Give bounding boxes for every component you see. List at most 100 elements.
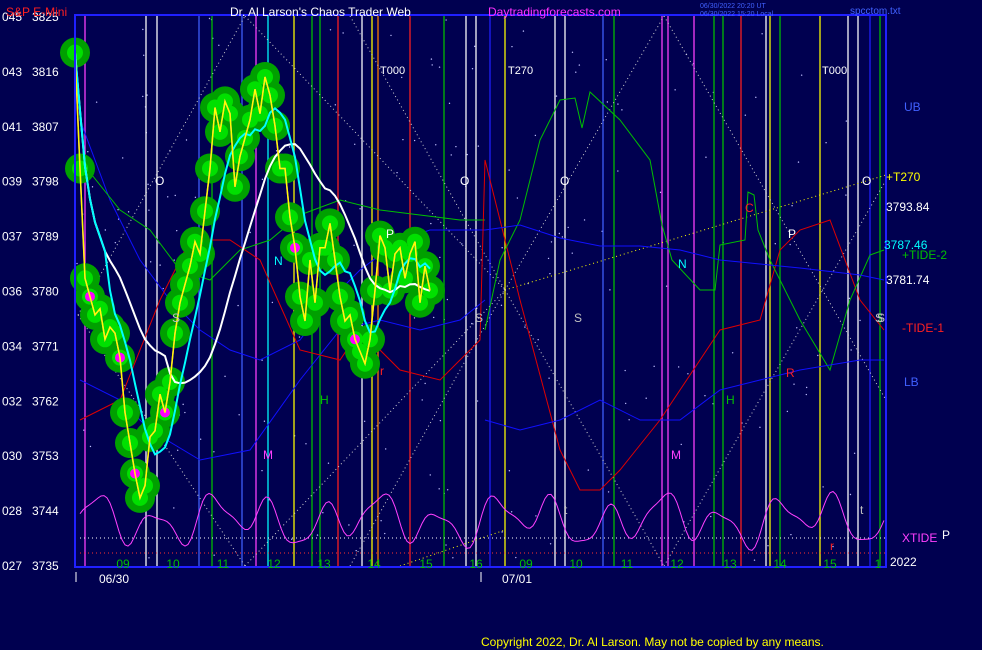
y-tick-left: 039: [2, 175, 22, 189]
star-dot: [471, 68, 474, 70]
y-tick-price: 3780: [32, 285, 59, 299]
star-dot: [477, 145, 480, 147]
star-dot: [547, 257, 550, 260]
marker-letter-r: R: [786, 366, 795, 380]
star-dot: [176, 229, 178, 232]
star-dot: [396, 171, 398, 174]
star-dot: [805, 393, 808, 396]
star-dot: [87, 151, 89, 153]
star-dot: [148, 557, 150, 559]
price-level-label: 3781.74: [886, 273, 930, 287]
marker-letter-s: S: [875, 311, 883, 325]
star-dot: [445, 19, 447, 21]
x-hour-label: 14: [773, 557, 787, 571]
star-dot: [167, 196, 169, 198]
star-dot: [575, 71, 577, 73]
marker-letter-h: H: [320, 393, 329, 407]
marker-letter-s: S: [172, 311, 180, 325]
star-dot: [249, 231, 251, 234]
star-dot: [455, 145, 457, 148]
star-dot: [578, 64, 581, 66]
marker-letter-r: r: [380, 364, 384, 378]
star-dot: [91, 186, 94, 188]
p-label: P: [942, 528, 950, 542]
x-hour-label: 13: [317, 557, 331, 571]
star-dot: [845, 120, 848, 122]
marker-letter-s: S: [574, 311, 582, 325]
star-dot: [445, 544, 447, 546]
upper-band-label: UB: [904, 100, 921, 114]
star-dot: [550, 241, 553, 243]
star-dot: [786, 410, 789, 413]
star-dot: [213, 554, 215, 556]
x-hour-label: 11: [621, 557, 634, 571]
star-dot: [853, 452, 856, 454]
star-dot: [182, 403, 184, 406]
star-dot: [384, 448, 387, 450]
star-dot: [501, 247, 503, 249]
right-side-labels: UB+T2703793.843787.46+TIDE-23781.74-TIDE…: [884, 100, 950, 545]
star-dot: [797, 161, 800, 163]
star-dot: [609, 289, 611, 291]
star-dot: [238, 414, 240, 416]
star-dot: [177, 449, 179, 452]
star-dot: [774, 243, 777, 245]
star-dot: [446, 489, 449, 491]
x-hour-label: 09: [519, 557, 533, 571]
star-dot: [753, 559, 756, 561]
y-tick-price: 3762: [32, 394, 59, 408]
star-dot: [448, 102, 451, 105]
star-dot: [363, 420, 366, 422]
star-dot: [790, 533, 792, 536]
marker-letter-o: O: [862, 174, 871, 188]
top-label-t000: T000: [380, 65, 405, 77]
star-dot: [516, 197, 519, 199]
star-dot: [95, 101, 98, 103]
star-dot: [174, 194, 176, 197]
date-label: 06/30: [99, 572, 129, 586]
marker-letter-m: M: [671, 448, 681, 462]
x-hour-label: 11: [217, 557, 230, 571]
star-dot: [817, 354, 819, 357]
star-dot: [430, 58, 433, 60]
star-dot: [316, 534, 319, 536]
star-dot: [305, 443, 307, 445]
star-dot: [473, 45, 476, 48]
star-dot: [800, 74, 803, 76]
marker-letter-s: S: [475, 311, 483, 325]
star-dot: [561, 236, 564, 238]
site-link[interactable]: Daytradingforecasts.com: [488, 5, 621, 19]
star-dot: [645, 397, 647, 399]
star-dot: [759, 426, 761, 429]
star-dot: [271, 301, 274, 304]
star-dot: [624, 402, 627, 405]
star-dot: [548, 377, 550, 379]
star-dot: [549, 272, 551, 275]
star-dot: [83, 429, 85, 431]
star-dot: [500, 304, 503, 307]
star-dot: [789, 243, 791, 246]
star-dot: [731, 352, 734, 354]
star-dot: [402, 138, 404, 141]
star-dot: [624, 369, 626, 372]
star-dot: [275, 150, 278, 152]
copyright-notice: Copyright 2022, Dr. Al Larson. May not b…: [481, 635, 824, 649]
star-dot: [142, 95, 144, 98]
star-dot: [329, 29, 332, 31]
star-dot: [850, 349, 852, 351]
star-dot: [508, 470, 511, 472]
star-dot: [384, 532, 386, 535]
star-dot: [761, 33, 763, 35]
y-tick-left: 030: [2, 449, 22, 463]
star-dot: [555, 95, 558, 97]
star-dot: [224, 375, 226, 378]
star-dot: [342, 32, 344, 34]
star-dot: [744, 114, 747, 116]
star-dot: [429, 474, 431, 476]
star-dot: [354, 143, 356, 146]
marker-letter-c: C: [745, 201, 754, 215]
y-tick-price: 3816: [32, 65, 59, 79]
y-tick-price: 3771: [32, 339, 59, 353]
star-dot: [439, 419, 442, 422]
marker-letter-h: H: [726, 393, 735, 407]
